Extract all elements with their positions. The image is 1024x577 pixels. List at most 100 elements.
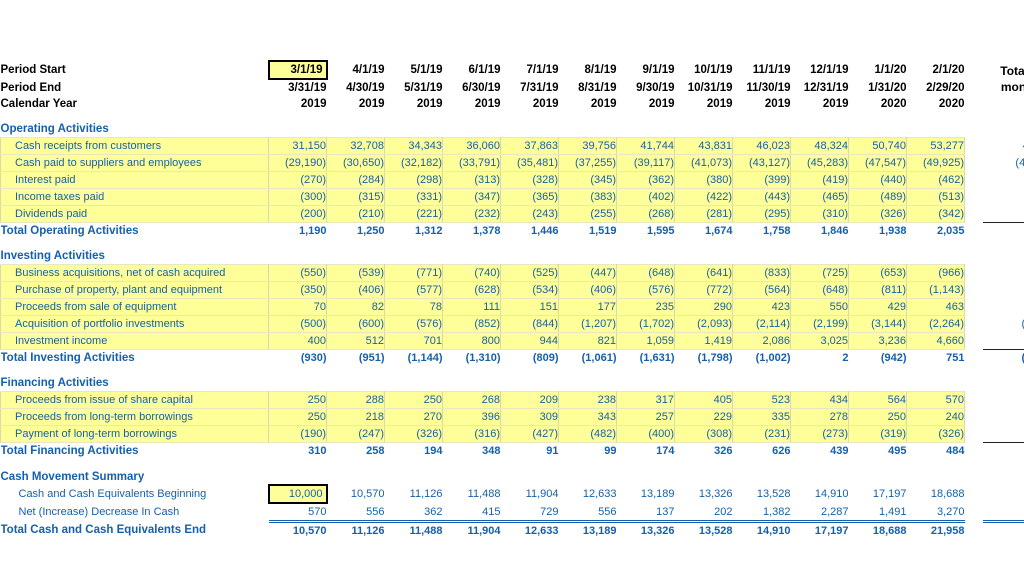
section-total-value-col-2[interactable]: (951) (326, 349, 385, 366)
line-item-value-col-8[interactable]: (422) (674, 188, 733, 206)
section-total-value-col-10[interactable]: 1,846 (790, 222, 849, 239)
section-total-value-col-8[interactable]: 13,528 (674, 520, 733, 539)
line-item-value-col-10[interactable]: 278 (790, 408, 849, 426)
line-item-value-col-3[interactable]: (326) (384, 425, 443, 443)
line-item-value-col-1[interactable]: 31,150 (268, 137, 327, 155)
header-period_start-col-1[interactable]: 3/1/19 (267, 60, 328, 80)
line-item-value-col-11[interactable]: (47,547) (848, 154, 907, 172)
line-item-value-col-5[interactable]: 11,904 (501, 485, 559, 503)
line-item-value-col-3[interactable]: 701 (384, 332, 443, 350)
line-item-value-col-5[interactable]: (243) (500, 205, 559, 223)
line-item-value-col-12[interactable]: 18,688 (907, 485, 965, 503)
section-total-value-col-11[interactable]: 18,688 (848, 520, 907, 539)
line-item-value-col-7[interactable]: (39,117) (616, 154, 675, 172)
section-total-value-col-4[interactable]: 11,904 (442, 520, 501, 539)
line-item-value-col-1[interactable]: 400 (268, 332, 327, 350)
line-item-value-col-4[interactable]: 268 (442, 391, 501, 409)
header-calendar_year-col-5[interactable]: 2019 (501, 96, 559, 112)
line-item-value-col-12[interactable]: 240 (906, 408, 965, 426)
line-item-total[interactable]: 4,314 (983, 392, 1024, 409)
section-total-value-col-4[interactable]: 1,378 (442, 222, 501, 239)
line-item-value-col-6[interactable]: (345) (558, 171, 617, 189)
line-item-value-col-8[interactable]: 229 (674, 408, 733, 426)
line-item-value-col-3[interactable]: 78 (384, 298, 443, 316)
line-item-value-col-1[interactable]: (200) (268, 205, 327, 223)
line-item-value-col-4[interactable]: 111 (442, 298, 501, 316)
line-item-value-col-11[interactable]: 17,197 (849, 485, 907, 503)
line-item-value-col-6[interactable]: (383) (558, 188, 617, 206)
section-total-value-col-2[interactable]: 258 (326, 442, 385, 459)
header-calendar_year-col-4[interactable]: 2019 (443, 96, 501, 112)
line-item-total[interactable]: (464,621) (983, 155, 1024, 172)
line-item-value-col-1[interactable]: (29,190) (268, 154, 327, 172)
header-calendar_year-col-7[interactable]: 2019 (617, 96, 675, 112)
line-item-total[interactable]: 3,059 (983, 299, 1024, 316)
section-total-value-col-8[interactable]: 1,674 (674, 222, 733, 239)
section-total-value-col-8[interactable]: 326 (674, 442, 733, 459)
header-period_start-col-5[interactable]: 7/1/19 (501, 61, 559, 79)
line-item-value-col-10[interactable]: (310) (790, 205, 849, 223)
line-item-value-col-2[interactable]: (600) (326, 315, 385, 333)
line-item-value-col-10[interactable]: (648) (790, 281, 849, 299)
section-total-value-col-7[interactable]: 174 (616, 442, 675, 459)
line-item-value-col-7[interactable]: 1,059 (616, 332, 675, 350)
line-item-total[interactable]: (7,416) (983, 282, 1024, 299)
line-item-value-col-2[interactable]: 288 (326, 391, 385, 409)
line-item-value-col-12[interactable]: 463 (906, 298, 965, 316)
line-item-value-col-2[interactable]: 218 (326, 408, 385, 426)
line-item-value-col-11[interactable]: (3,144) (848, 315, 907, 333)
line-item-value-col-6[interactable]: 177 (558, 298, 617, 316)
line-item-value-col-8[interactable]: 405 (674, 391, 733, 409)
line-item-value-col-1[interactable]: 250 (268, 391, 327, 409)
section-total-value-col-5[interactable]: 12,633 (500, 520, 559, 539)
section-total-value-col-10[interactable]: 439 (790, 442, 849, 459)
line-item-value-col-6[interactable]: 39,756 (558, 137, 617, 155)
header-calendar_year-col-3[interactable]: 2019 (385, 96, 443, 112)
header-period_end-col-5[interactable]: 7/31/19 (501, 79, 558, 96)
section-total-value-col-6[interactable]: 13,189 (558, 520, 617, 539)
header-calendar_year-col-8[interactable]: 2019 (675, 96, 733, 112)
line-item-value-col-4[interactable]: (628) (442, 281, 501, 299)
line-item-value-col-8[interactable]: (2,093) (674, 315, 733, 333)
line-item-value-col-6[interactable]: 238 (558, 391, 617, 409)
line-item-value-col-1[interactable]: (300) (268, 188, 327, 206)
header-period_start-col-4[interactable]: 6/1/19 (443, 61, 501, 79)
header-period_end-col-6[interactable]: 8/31/19 (559, 79, 616, 96)
section-total-value-col-7[interactable]: (1,631) (616, 349, 675, 366)
line-item-value-col-6[interactable]: 343 (558, 408, 617, 426)
line-item-value-col-4[interactable]: (852) (442, 315, 501, 333)
section-total-value-col-12[interactable]: 21,958 (906, 520, 965, 539)
line-item-value-col-12[interactable]: (513) (906, 188, 965, 206)
section-total-grand[interactable]: 18,941 (982, 222, 1024, 239)
section-total-value-col-6[interactable]: 99 (558, 442, 617, 459)
line-item-value-col-2[interactable]: 32,708 (326, 137, 385, 155)
line-item-value-col-2[interactable]: (284) (326, 171, 385, 189)
line-item-value-col-11[interactable]: (489) (848, 188, 907, 206)
section-total-value-col-11[interactable]: (942) (848, 349, 907, 366)
section-total-grand[interactable]: (10,825) (982, 349, 1024, 366)
header-period_end-col-3[interactable]: 5/31/19 (385, 79, 442, 96)
line-item-total[interactable]: (3,183) (983, 206, 1024, 223)
line-item-value-col-3[interactable]: (298) (384, 171, 443, 189)
line-item-value-col-8[interactable]: (380) (674, 171, 733, 189)
section-total-value-col-9[interactable]: 626 (732, 442, 791, 459)
line-item-value-col-4[interactable]: (316) (442, 425, 501, 443)
line-item-value-col-3[interactable]: (32,182) (384, 154, 443, 172)
section-total-value-col-9[interactable]: (1,002) (732, 349, 791, 366)
section-total-value-col-4[interactable]: 348 (442, 442, 501, 459)
line-item-value-col-2[interactable]: (247) (326, 425, 385, 443)
line-item-value-col-2[interactable]: 82 (326, 298, 385, 316)
header-period_end-col-12[interactable]: 2/29/20 (907, 79, 964, 96)
line-item-value-col-11[interactable]: 3,236 (848, 332, 907, 350)
line-item-value-col-11[interactable]: (440) (848, 171, 907, 189)
section-total-value-col-1[interactable]: (930) (268, 349, 327, 366)
line-item-value-col-1[interactable]: (550) (268, 264, 327, 282)
line-item-total[interactable]: (3,847) (983, 426, 1024, 443)
line-item-value-col-7[interactable]: 41,744 (616, 137, 675, 155)
line-item-value-col-4[interactable]: 415 (443, 503, 500, 522)
line-item-total[interactable]: 10,000 (983, 485, 1024, 503)
line-item-value-col-2[interactable]: (315) (326, 188, 385, 206)
line-item-value-col-4[interactable]: (313) (442, 171, 501, 189)
line-item-value-col-11[interactable]: (653) (848, 264, 907, 282)
header-period_start-col-2[interactable]: 4/1/19 (327, 61, 385, 79)
